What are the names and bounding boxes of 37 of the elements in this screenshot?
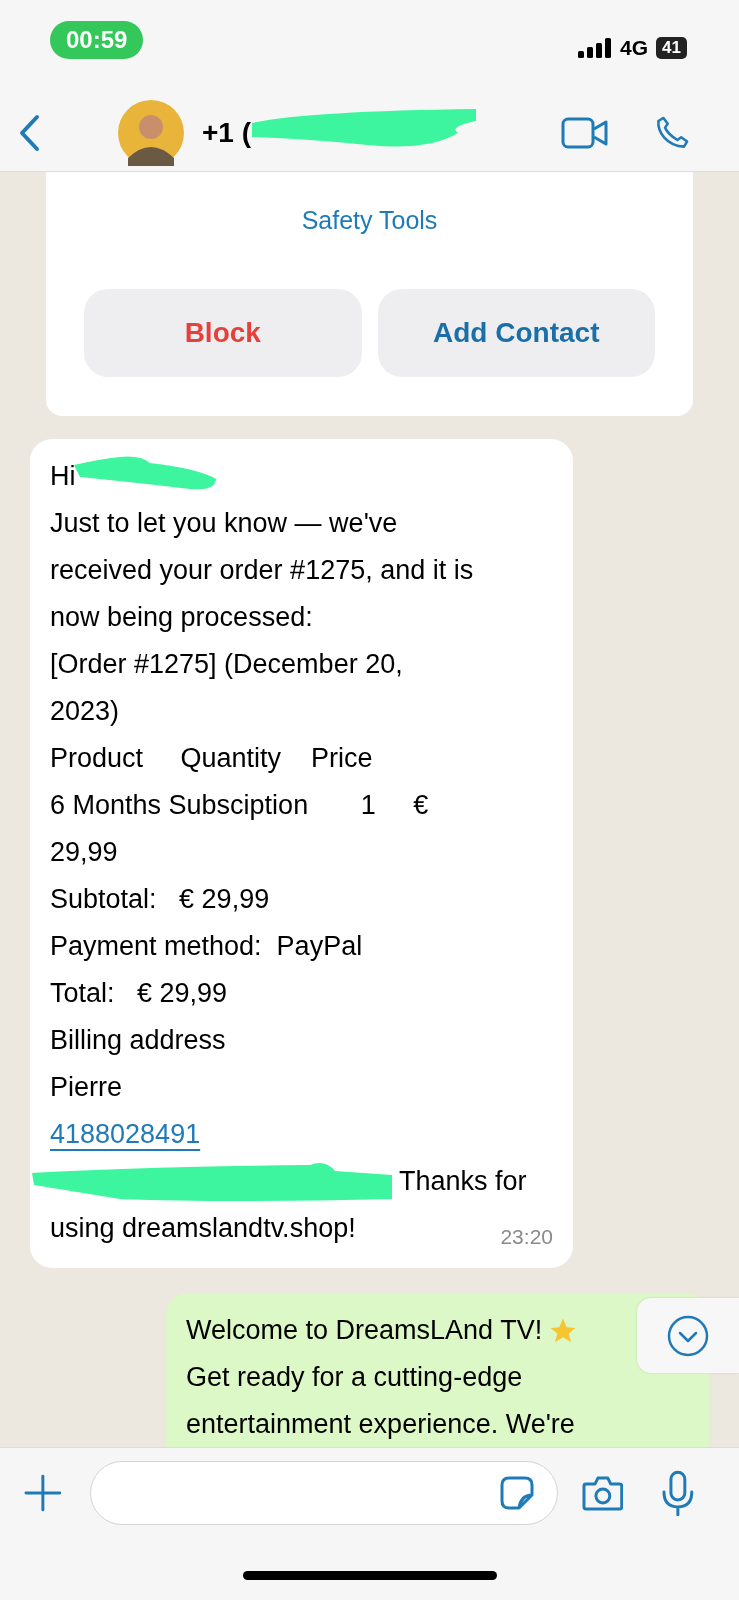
add-contact-button[interactable]: Add Contact (377, 289, 655, 377)
back-icon[interactable] (18, 114, 40, 152)
message-text: Welcome to DreamsLAnd TV! (186, 1314, 543, 1347)
message-text: now being processed: (50, 601, 313, 634)
message-text: [Order #1275] (December 20, (50, 648, 403, 681)
message-text: 29,99 (50, 836, 118, 869)
message-text: entertainment experience. We're (186, 1408, 575, 1441)
message-text: Pierre (50, 1071, 123, 1104)
message-text: Get ready for a cutting-edge (186, 1361, 523, 1394)
message-text: using dreamslandtv.shop! (50, 1212, 356, 1245)
message-text: received your order #1275, and it is (50, 554, 474, 587)
avatar-icon[interactable] (118, 100, 184, 166)
message-text: 2023) (50, 695, 120, 728)
camera-icon[interactable] (581, 1475, 624, 1511)
message-text: Subtotal: € 29,99 (50, 883, 270, 916)
microphone-icon[interactable] (661, 1470, 695, 1516)
scroll-down-button[interactable] (637, 1298, 739, 1373)
message-text: Hi (50, 460, 76, 493)
signal-icon (578, 38, 613, 58)
message-text: Product Quantity Price (50, 742, 373, 775)
message-text: Total: € 29,99 (50, 977, 228, 1010)
network-label: 4G (620, 36, 649, 60)
chevron-down-icon (666, 1313, 710, 1358)
message-text: Billing address (50, 1024, 226, 1057)
message-time: 23:20 (500, 1224, 553, 1250)
safety-tools-link[interactable]: Safety Tools (301, 206, 438, 235)
message-text: 6 Months Subsciption 1 € (50, 789, 429, 822)
plus-icon[interactable] (24, 1474, 62, 1512)
video-call-icon[interactable] (561, 117, 609, 149)
phone-link[interactable]: 4188028491 (50, 1111, 201, 1158)
sticker-icon[interactable] (498, 1475, 535, 1511)
block-button[interactable]: Block (84, 289, 362, 377)
message-text: Thanks for (399, 1165, 527, 1198)
message-text: Payment method: PayPal (50, 930, 363, 963)
battery-indicator: 41 (656, 37, 687, 59)
contact-name[interactable]: +1 ( (202, 117, 252, 149)
message-text: Just to let you know — we've (50, 507, 398, 540)
